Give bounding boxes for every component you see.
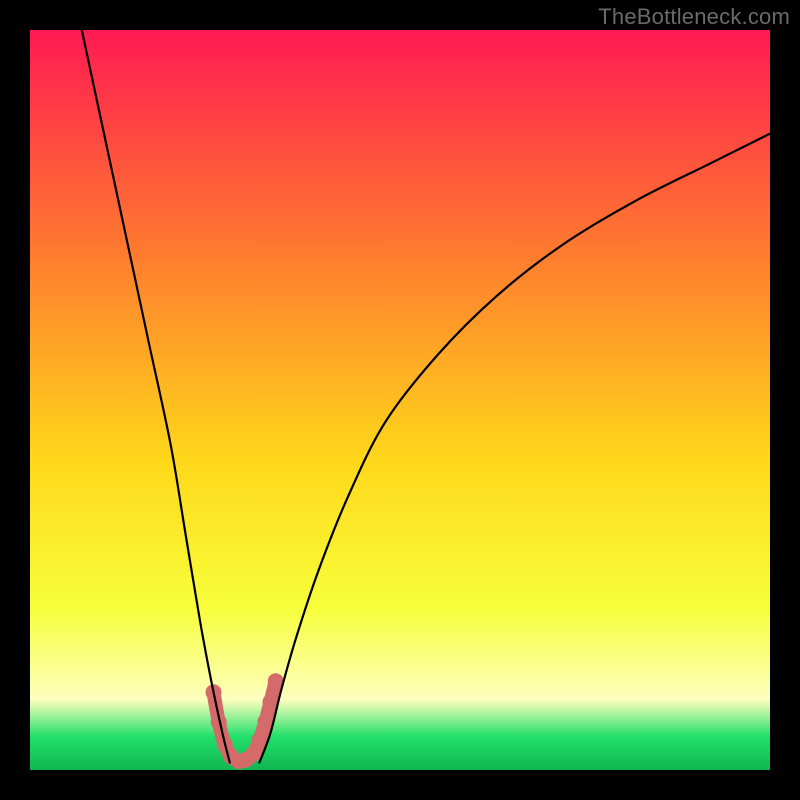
bottleneck-curve-chart [0,0,800,800]
chart-stage: TheBottleneck.com [0,0,800,800]
watermark-text: TheBottleneck.com [598,4,790,30]
